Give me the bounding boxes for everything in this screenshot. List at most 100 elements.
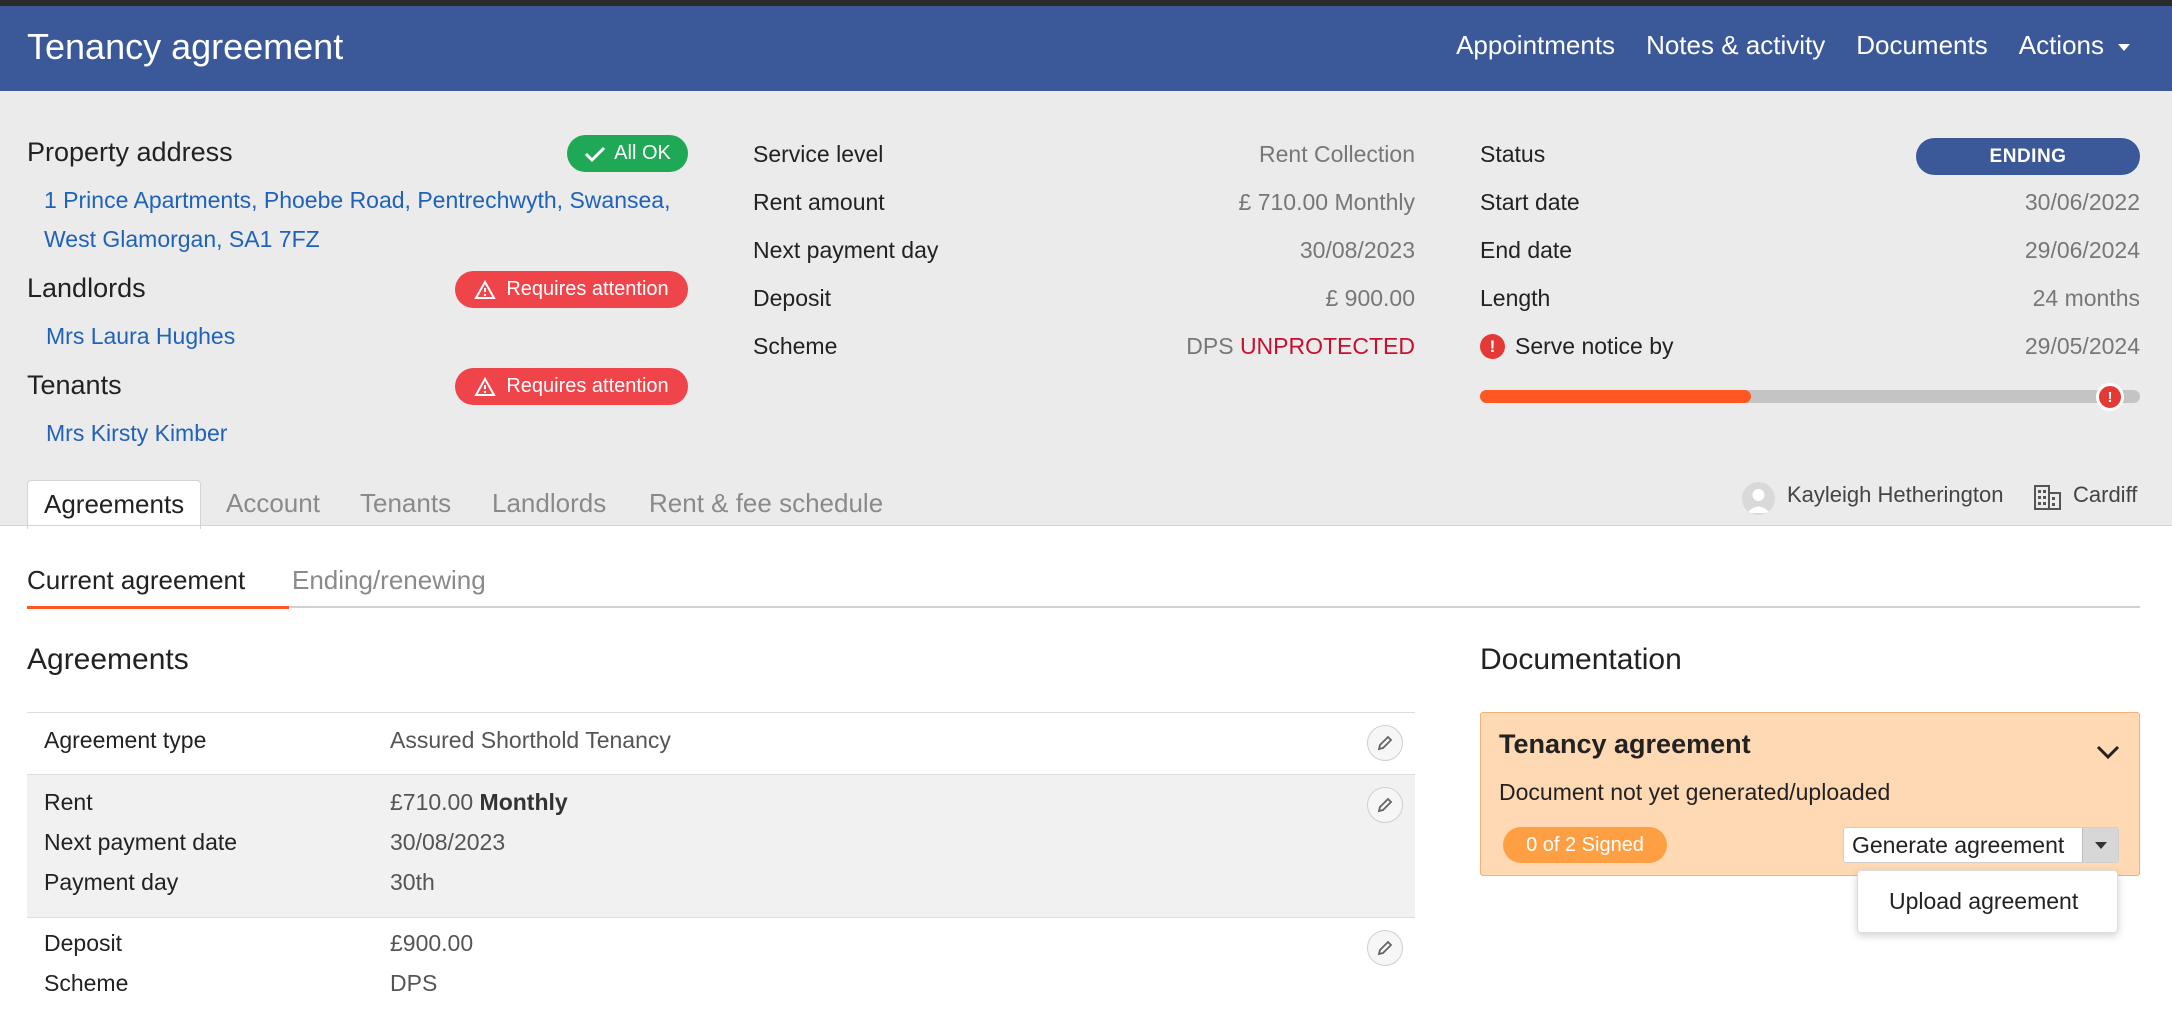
documentation-title: Documentation [1480, 643, 1682, 676]
landlords-label: Landlords [27, 273, 146, 303]
doc-card-status: Document not yet generated/uploaded [1499, 779, 1891, 805]
serve-notice-value: 29/05/2024 [2024, 333, 2140, 359]
header-nav: Appointments Notes & activity Documents … [1456, 30, 2130, 61]
nav-actions[interactable]: Actions [2019, 30, 2130, 61]
end-date-value: 29/06/2024 [2024, 237, 2140, 263]
avatar-icon [1747, 489, 1770, 513]
edit-agreement-type-button[interactable] [1367, 725, 1403, 761]
next-payment-date-label: Next payment date [44, 829, 238, 855]
upload-agreement-menu-item[interactable]: Upload agreement [1857, 870, 2118, 933]
status-badge: ENDING [1916, 138, 2140, 175]
scheme-status: UNPROTECTED [1239, 333, 1415, 359]
payment-day-label: Payment day [44, 869, 179, 895]
alert-icon: ! [1480, 334, 1505, 359]
tab-rent-fee-schedule[interactable]: Rent & fee schedule [649, 480, 883, 528]
generate-dropdown-toggle[interactable] [2082, 828, 2118, 862]
tenancy-progress-bar [1480, 390, 2140, 403]
office-name: Cardiff [2073, 482, 2138, 507]
agreement-deposit-label: Deposit [44, 930, 122, 956]
landlords-attention-badge: Requires attention [455, 271, 688, 308]
rent-row: Rent £710.00 Monthly Next payment date 3… [27, 774, 1415, 917]
chevron-down-icon[interactable] [2095, 743, 2121, 761]
subtab-current-agreement[interactable]: Current agreement [27, 565, 245, 596]
pencil-icon [1377, 735, 1393, 751]
edit-deposit-button[interactable] [1367, 930, 1403, 966]
caret-down-icon [2094, 841, 2107, 849]
deposit-label: Deposit [753, 285, 831, 311]
rent-value: £710.00 Monthly [390, 789, 568, 816]
agreement-scheme-label: Scheme [44, 970, 129, 996]
agreement-type-label: Agreement type [44, 727, 207, 753]
subtab-ending-renewing[interactable]: Ending/renewing [292, 565, 486, 596]
generate-agreement-button[interactable]: Generate agreement [1844, 828, 2082, 862]
payment-day-value: 30th [390, 869, 435, 895]
start-date-value: 30/06/2022 [2024, 189, 2140, 215]
agreements-title: Agreements [27, 643, 189, 676]
tab-agreements[interactable]: Agreements [27, 480, 202, 529]
landlord-link[interactable]: Mrs Laura Hughes [46, 317, 235, 356]
rent-amount-label: Rent amount [753, 189, 885, 215]
tab-landlords[interactable]: Landlords [492, 480, 606, 528]
end-date-label: End date [1480, 237, 1573, 263]
subtab-active-indicator [27, 606, 289, 609]
all-ok-text: All OK [614, 142, 671, 164]
next-payment-label: Next payment day [753, 237, 939, 263]
pencil-icon [1377, 940, 1393, 956]
length-label: Length [1480, 285, 1551, 311]
page-title: Tenancy agreement [27, 26, 344, 67]
landlords-attention-text: Requires attention [506, 278, 669, 300]
check-icon [585, 146, 606, 162]
address-line-2: West Glamorgan, SA1 7FZ [44, 226, 320, 252]
tenants-attention-text: Requires attention [506, 375, 669, 397]
subtabs-divider [27, 606, 2140, 608]
notice-marker-icon: ! [2096, 383, 2124, 411]
scheme-label: Scheme [753, 333, 838, 359]
generate-agreement-split-button: Generate agreement [1843, 827, 2119, 863]
agreement-scheme-value: DPS [390, 970, 438, 996]
service-level-value: Rent Collection [1259, 141, 1415, 167]
next-payment-value: 30/08/2023 [1299, 237, 1415, 263]
pencil-icon [1377, 797, 1393, 813]
edit-rent-button[interactable] [1367, 787, 1403, 823]
app-header: Tenancy agreement Appointments Notes & a… [0, 6, 2172, 91]
next-payment-date-value: 30/08/2023 [390, 829, 506, 855]
service-level-label: Service level [753, 141, 884, 167]
deposit-row: Deposit £900.00 Scheme DPS [27, 917, 1415, 1016]
tenants-attention-badge: Requires attention [455, 368, 688, 405]
property-address-link[interactable]: 1 Prince Apartments, Phoebe Road, Pentre… [44, 181, 670, 259]
property-address-label: Property address [27, 137, 233, 167]
rent-amount-value: £ 710.00 Monthly [1238, 189, 1415, 215]
nav-documents[interactable]: Documents [1856, 30, 1988, 61]
status-label: Status [1480, 141, 1546, 167]
rent-label: Rent [44, 789, 93, 815]
assigned-user-name: Kayleigh Hetherington [1787, 482, 2004, 507]
start-date-label: Start date [1480, 189, 1580, 215]
tab-account[interactable]: Account [226, 480, 320, 528]
scheme-value: DPS UNPROTECTED [1186, 333, 1415, 360]
address-line-1: 1 Prince Apartments, Phoebe Road, Pentre… [44, 187, 671, 213]
warning-icon [474, 279, 497, 299]
deposit-value: £ 900.00 [1325, 285, 1415, 311]
nav-notes-activity[interactable]: Notes & activity [1646, 30, 1825, 61]
agreement-type-value: Assured Shorthold Tenancy [390, 727, 671, 753]
all-ok-badge: All OK [567, 135, 688, 172]
nav-actions-label: Actions [2018, 30, 2104, 60]
summary-panel: Property address All OK 1 Prince Apartme… [0, 91, 2172, 529]
tabs-divider [0, 525, 2172, 526]
rent-frequency: Monthly [479, 789, 568, 815]
tenancy-agreement-card: Tenancy agreement Document not yet gener… [1480, 712, 2140, 876]
rent-amount: £710.00 [390, 789, 474, 815]
length-value: 24 months [2032, 285, 2140, 311]
tab-tenants[interactable]: Tenants [360, 480, 451, 528]
nav-appointments[interactable]: Appointments [1456, 30, 1615, 61]
building-icon [2034, 485, 2061, 510]
user-avatar [1742, 482, 1775, 515]
tenancy-progress-fill [1480, 390, 1751, 403]
signed-count-badge: 0 of 2 Signed [1503, 827, 1667, 863]
serve-notice-label: Serve notice by [1515, 333, 1674, 359]
scheme-name: DPS [1186, 333, 1234, 359]
tenant-link[interactable]: Mrs Kirsty Kimber [46, 414, 227, 453]
warning-icon [474, 376, 497, 396]
tenants-label: Tenants [27, 370, 122, 400]
caret-down-icon [2118, 43, 2130, 51]
